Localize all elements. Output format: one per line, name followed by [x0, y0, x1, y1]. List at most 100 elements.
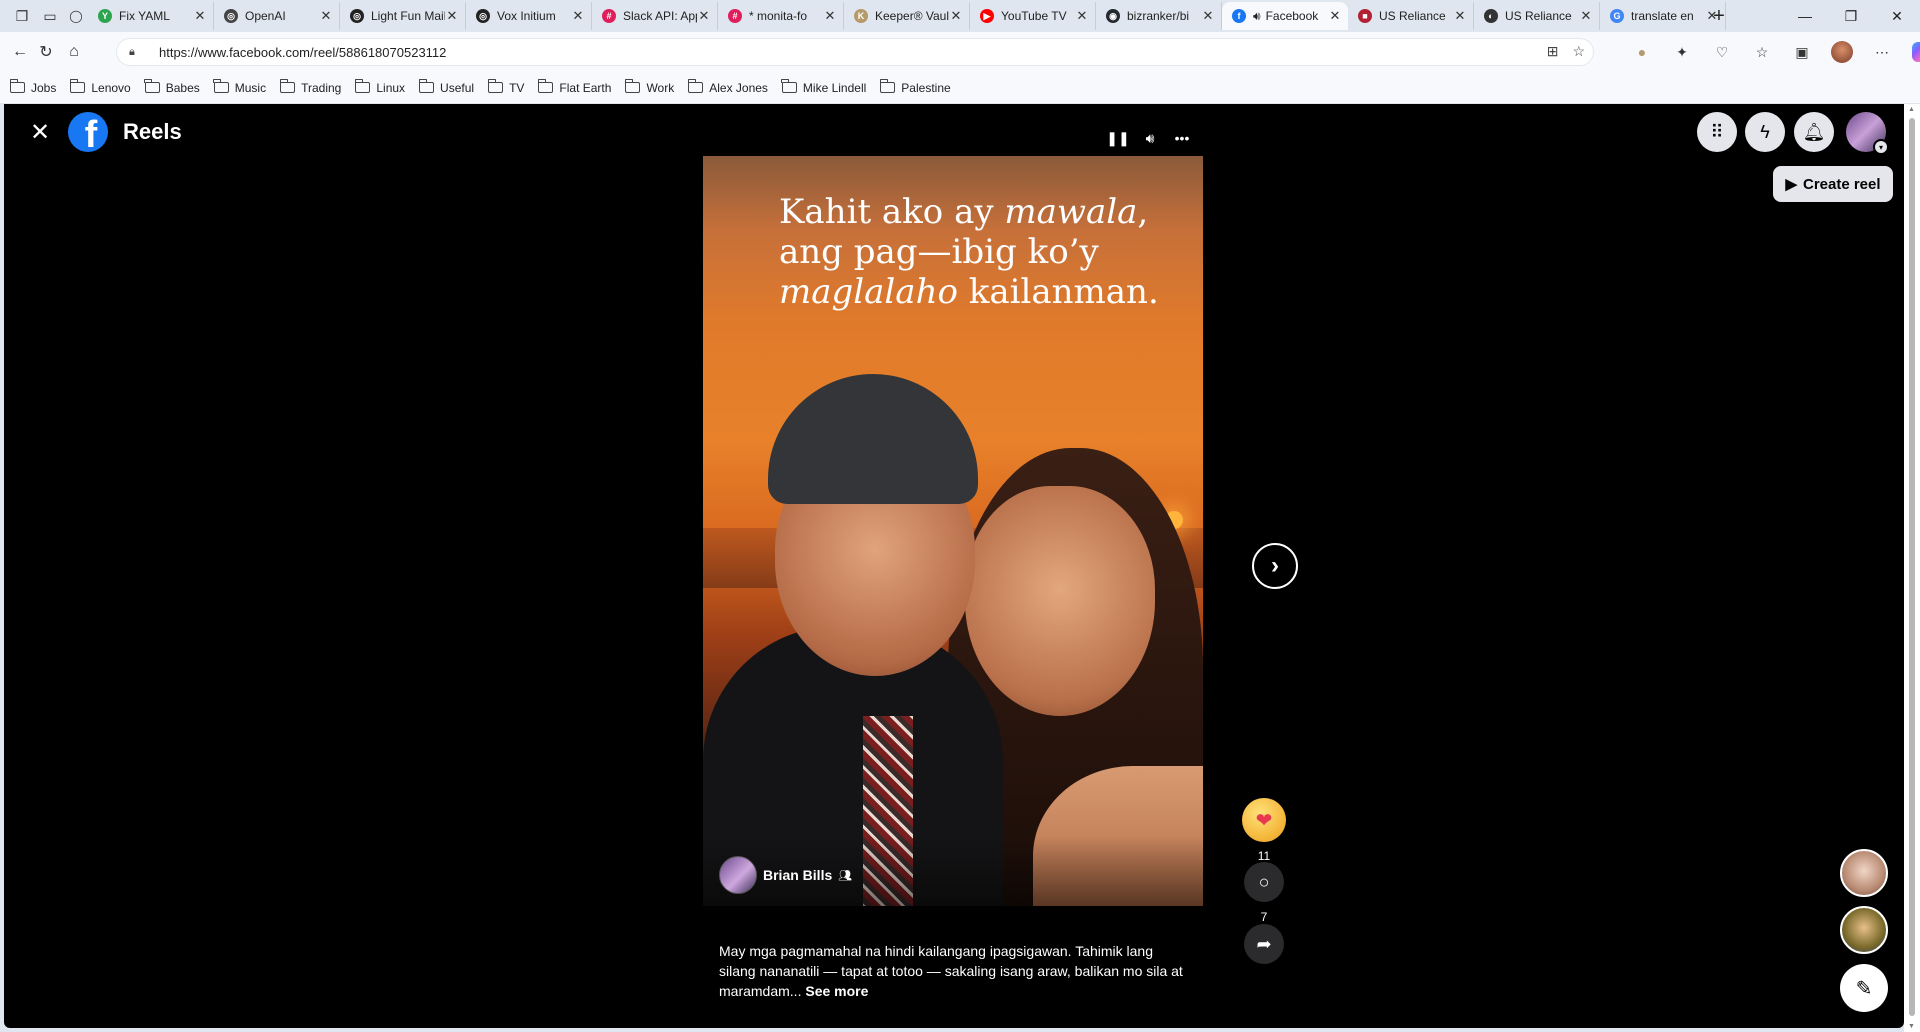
create-reel-button[interactable]: ▶ Create reel: [1773, 166, 1893, 202]
tab-close-icon[interactable]: ✕: [1579, 8, 1593, 24]
grid-menu-icon[interactable]: ⠿: [1697, 112, 1737, 152]
contact-avatar-1[interactable]: [1840, 849, 1888, 897]
bookmark-folder[interactable]: Jobs: [9, 79, 56, 95]
volume-icon[interactable]: 🔊︎: [1140, 128, 1160, 148]
tab-close-icon[interactable]: ✕: [823, 8, 837, 24]
bookmark-folder[interactable]: Mike Lindell: [781, 79, 866, 95]
bookmark-folder[interactable]: Useful: [418, 79, 474, 95]
tab-label: Fix YAML: [119, 9, 170, 23]
refresh-button[interactable]: ↻: [34, 40, 58, 64]
home-button[interactable]: ⌂: [62, 40, 86, 64]
browser-tab[interactable]: K Keeper® Vault ✕: [844, 2, 970, 30]
tab-actions-icon[interactable]: ▭: [38, 5, 62, 27]
folder-icon: [9, 79, 25, 93]
bookmark-folder[interactable]: Work: [624, 79, 674, 95]
back-button[interactable]: ←: [8, 40, 32, 64]
favorite-star-icon[interactable]: ☆: [1572, 43, 1585, 60]
bookmark-folder[interactable]: TV: [487, 79, 524, 95]
account-avatar[interactable]: ▾: [1846, 112, 1889, 155]
tab-close-icon[interactable]: ✕: [193, 8, 207, 24]
workspaces-icon[interactable]: ❐: [10, 5, 34, 27]
browser-tab[interactable]: ◎ OpenAI ✕: [214, 2, 340, 30]
tab-close-icon[interactable]: ✕: [1201, 8, 1215, 24]
browser-tab[interactable]: # * monita-fo ✕: [718, 2, 844, 30]
tab-close-icon[interactable]: ✕: [949, 8, 963, 24]
browser-tab[interactable]: # Slack API: App ✕: [592, 2, 718, 30]
lock-icon[interactable]: 🔒︎: [129, 46, 147, 59]
reel-author[interactable]: Brian Bills 👥︎: [719, 856, 852, 894]
minimize-button[interactable]: —: [1782, 0, 1828, 32]
browser-tab[interactable]: f 🔊︎ Facebook ✕: [1222, 2, 1348, 30]
tab-close-icon[interactable]: ✕: [1453, 8, 1467, 24]
more-menu-icon[interactable]: ⋯: [1870, 40, 1894, 64]
github-icon[interactable]: ◯: [64, 5, 88, 27]
browser-tab[interactable]: ◐ US Reliance ✕: [1474, 2, 1600, 30]
folder-icon: [354, 79, 371, 93]
app-available-icon[interactable]: ⊞: [1547, 43, 1559, 60]
chevron-down-icon[interactable]: ▾: [1873, 139, 1889, 155]
tab-label: YouTube TV: [1001, 9, 1067, 23]
copilot-icon[interactable]: [1910, 40, 1920, 64]
close-window-button[interactable]: ✕: [1874, 0, 1920, 32]
collections-icon[interactable]: ▣: [1790, 40, 1814, 64]
address-bar[interactable]: 🔒︎ https://www.facebook.com/reel/5886180…: [116, 38, 1594, 66]
tab-favicon-icon: ◉: [1106, 9, 1120, 23]
browser-tab[interactable]: ◉ bizranker/bi ✕: [1096, 2, 1222, 30]
restore-button[interactable]: ❐: [1828, 0, 1874, 32]
extension-icon[interactable]: ●: [1630, 40, 1654, 64]
bell-icon[interactable]: 🔔︎: [1794, 112, 1834, 152]
tab-close-icon[interactable]: ✕: [445, 8, 459, 24]
scrollbar-thumb[interactable]: [1909, 118, 1915, 1016]
tab-close-icon[interactable]: ✕: [1328, 8, 1342, 24]
author-name[interactable]: Brian Bills: [763, 867, 832, 883]
browser-tab[interactable]: ■ US Reliance ✕: [1348, 2, 1474, 30]
more-options-icon[interactable]: •••: [1172, 128, 1192, 148]
scroll-down-icon[interactable]: ▼: [1908, 1023, 1915, 1030]
browser-tab[interactable]: ◎ Vox Initium ✕: [466, 2, 592, 30]
care-reaction-icon[interactable]: ❤: [1242, 798, 1286, 842]
share-icon[interactable]: ➦: [1244, 924, 1284, 964]
profile-avatar[interactable]: [1830, 40, 1854, 64]
see-more-link[interactable]: See more: [805, 983, 868, 999]
tab-label: Vox Initium: [497, 9, 556, 23]
browser-tab[interactable]: ◎ Light Fun Mail ✕: [340, 2, 466, 30]
next-reel-button[interactable]: ›: [1252, 543, 1298, 589]
extensions-puzzle-icon[interactable]: ✦: [1670, 40, 1694, 64]
tab-label: bizranker/bi: [1127, 9, 1190, 23]
browser-essentials-icon[interactable]: ♡: [1710, 40, 1734, 64]
bookmark-folder[interactable]: Flat Earth: [537, 79, 612, 95]
browser-tab[interactable]: ▶ YouTube TV ✕: [970, 2, 1096, 30]
new-tab-button[interactable]: +: [1707, 4, 1731, 28]
tab-close-icon[interactable]: ✕: [1075, 8, 1089, 24]
bookmark-folder[interactable]: Lenovo: [69, 79, 131, 95]
bookmark-folder[interactable]: Trading: [279, 79, 341, 95]
comment-icon[interactable]: ○: [1244, 862, 1284, 902]
favorites-icon[interactable]: ☆: [1750, 40, 1774, 64]
author-avatar[interactable]: [719, 856, 757, 894]
browser-tab[interactable]: Y Fix YAML ✕: [88, 2, 214, 30]
tab-label: Slack API: App: [623, 9, 697, 23]
new-message-icon[interactable]: ✎: [1840, 964, 1888, 1012]
player-controls: ❚❚ 🔊︎ •••: [1106, 128, 1192, 148]
tab-audio-icon[interactable]: 🔊︎: [1253, 9, 1261, 24]
bookmark-label: Flat Earth: [559, 80, 612, 95]
tab-close-icon[interactable]: ✕: [319, 8, 333, 24]
bookmark-folder[interactable]: Linux: [354, 79, 405, 95]
contact-avatar-2[interactable]: [1840, 906, 1888, 954]
facebook-logo[interactable]: f: [68, 112, 108, 152]
bookmark-folder[interactable]: Palestine: [879, 79, 951, 95]
bookmark-folder[interactable]: Alex Jones: [687, 79, 768, 95]
reel-video[interactable]: Kahit ako ay mawala, ang pag—ibig ko’y m…: [703, 156, 1203, 906]
messenger-icon[interactable]: ϟ: [1745, 112, 1785, 152]
tab-close-icon[interactable]: ✕: [697, 8, 711, 24]
close-icon[interactable]: ✕: [26, 118, 54, 146]
bookmark-folder[interactable]: Babes: [144, 79, 200, 95]
scroll-up-icon[interactable]: ▲: [1908, 106, 1915, 113]
quote-line3-italic: maglalaho: [779, 272, 958, 312]
page-scrollbar[interactable]: ▲ ▼: [1904, 104, 1920, 1032]
folder-icon: [279, 79, 296, 93]
pause-icon[interactable]: ❚❚: [1106, 128, 1129, 148]
tab-close-icon[interactable]: ✕: [571, 8, 585, 24]
bookmark-folder[interactable]: Music: [213, 79, 266, 95]
url-text[interactable]: https://www.facebook.com/reel/5886180705…: [159, 45, 446, 60]
